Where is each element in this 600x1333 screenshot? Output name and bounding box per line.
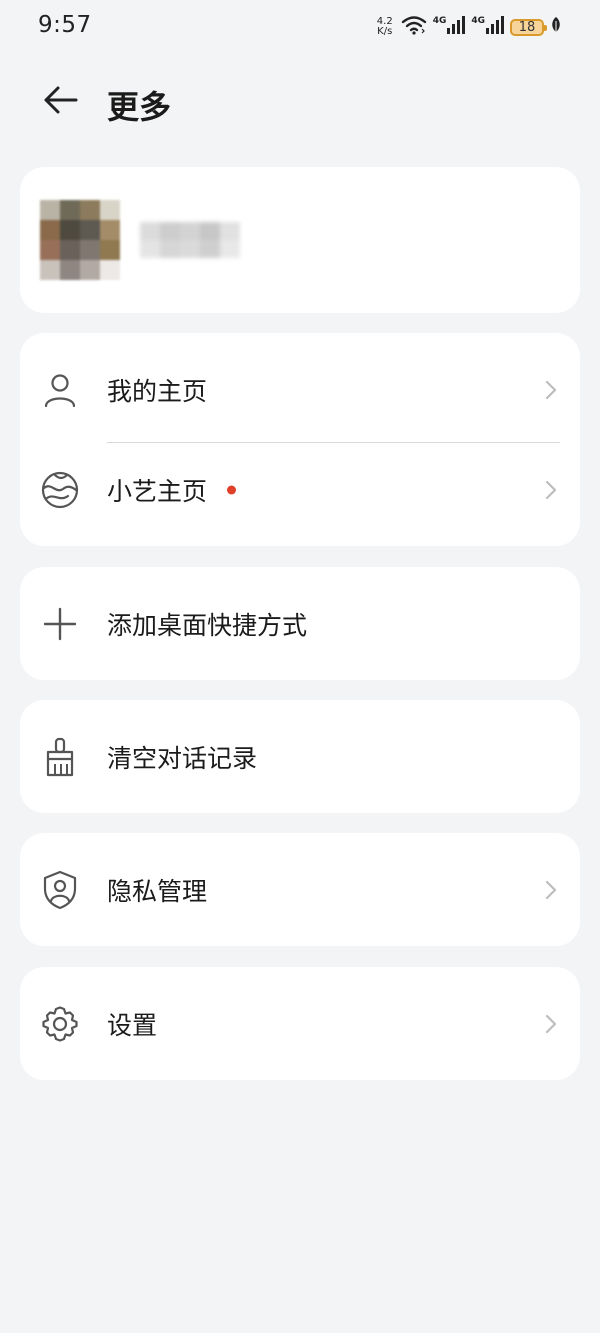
signal-type-label: 4G xyxy=(432,16,447,26)
battery-level: 18 xyxy=(518,19,536,35)
header: 更多 xyxy=(0,72,600,132)
notification-dot xyxy=(227,485,236,495)
person-icon xyxy=(40,370,80,410)
network-speed-unit: K/s xyxy=(377,26,393,37)
status-bar: 9:57 4.2 K/s 4G 4G 18 xyxy=(0,0,600,52)
menu-item-privacy[interactable]: 隐私管理 xyxy=(20,833,580,946)
page-title: 更多 xyxy=(107,88,172,126)
broom-icon xyxy=(40,737,80,777)
shield-user-icon xyxy=(40,870,80,910)
menu-item-label: 设置 xyxy=(107,1010,158,1040)
signal-bars-icon xyxy=(486,16,504,38)
network-speed: 4.2 K/s xyxy=(377,17,393,37)
menu-item-my-homepage[interactable]: 我的主页 xyxy=(20,337,580,443)
signal-type-label: 4G xyxy=(471,16,485,26)
nickname-redacted xyxy=(140,222,240,258)
chevron-right-icon xyxy=(544,479,558,501)
menu-row: 清空对话记录 xyxy=(20,704,580,810)
status-time: 9:57 xyxy=(38,12,92,38)
menu-row: 隐私管理 xyxy=(20,837,580,943)
menu-item-label: 添加桌面快捷方式 xyxy=(107,610,308,640)
status-icons: 4.2 K/s 4G 4G 18 xyxy=(377,14,562,40)
profile-card[interactable] xyxy=(20,167,580,313)
back-arrow-icon xyxy=(42,85,78,119)
menu-item-label: 我的主页 xyxy=(107,377,208,406)
cellular-signal-2: 4G xyxy=(471,16,504,38)
avatar xyxy=(40,200,120,280)
menu-row: 设置 xyxy=(20,971,580,1077)
xiaoyi-logo-icon xyxy=(40,470,80,510)
battery-icon: 18 xyxy=(510,18,547,36)
chevron-right-icon xyxy=(544,379,558,401)
menu-item-clear-history[interactable]: 清空对话记录 xyxy=(20,700,580,813)
plus-icon xyxy=(40,604,80,644)
menu-item-xiaoyi-homepage[interactable]: 小艺主页 xyxy=(20,437,580,543)
menu-row: 添加桌面快捷方式 xyxy=(20,571,580,677)
cellular-signal-1: 4G xyxy=(433,16,466,38)
menu-item-label: 小艺主页 xyxy=(107,477,208,506)
homepage-group-card: 我的主页 小艺主页 xyxy=(20,333,580,546)
chevron-right-icon xyxy=(544,879,558,901)
leaf-icon xyxy=(550,16,562,38)
menu-item-label: 隐私管理 xyxy=(107,876,208,906)
menu-item-settings[interactable]: 设置 xyxy=(20,967,580,1080)
chevron-right-icon xyxy=(544,1013,558,1035)
menu-item-add-shortcut[interactable]: 添加桌面快捷方式 xyxy=(20,567,580,680)
menu-item-label: 清空对话记录 xyxy=(107,743,258,773)
gear-icon xyxy=(40,1004,80,1044)
wifi-icon xyxy=(401,15,427,39)
back-button[interactable] xyxy=(36,78,84,126)
signal-bars-icon xyxy=(447,16,466,38)
